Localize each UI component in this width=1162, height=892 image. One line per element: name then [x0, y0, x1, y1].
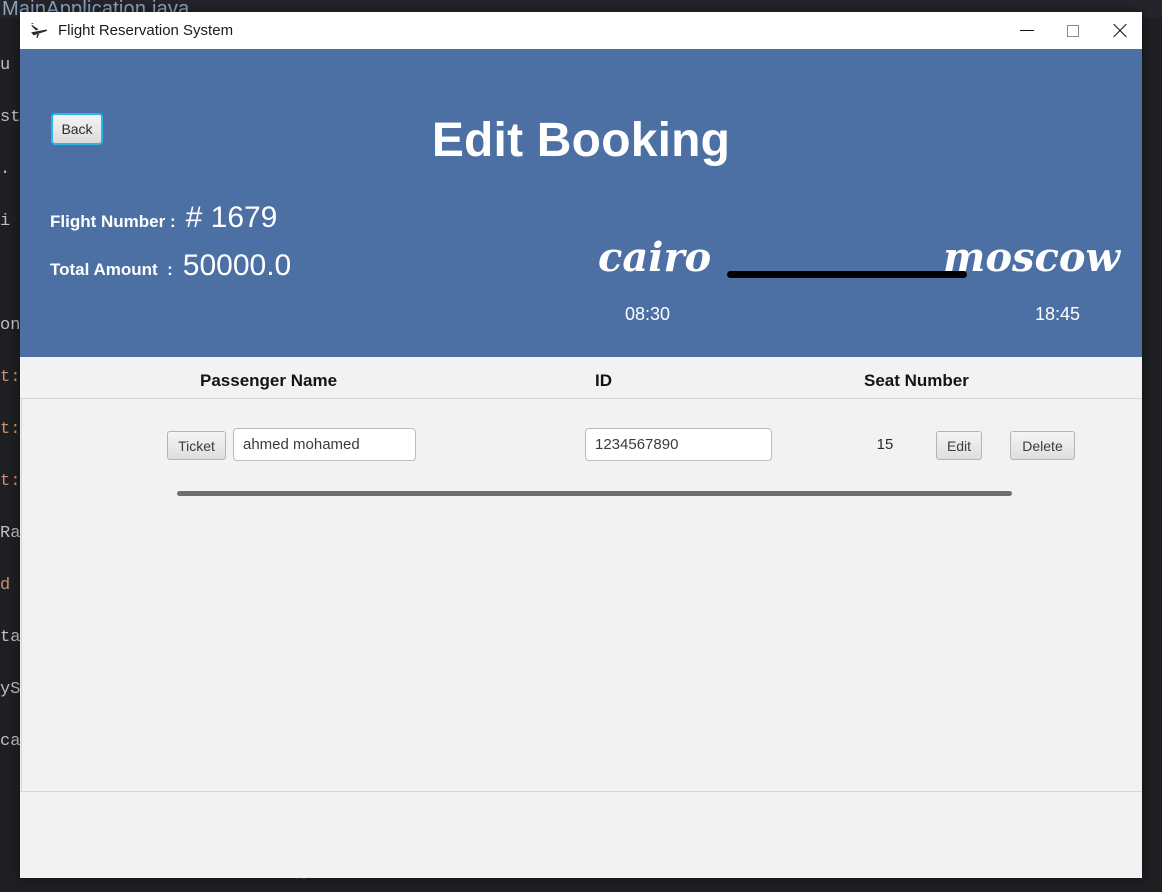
origin-time: 08:30 [625, 304, 671, 324]
column-header-passenger-name: Passenger Name [200, 371, 338, 390]
passenger-name-input[interactable] [233, 428, 416, 461]
window-title: Flight Reservation System [58, 22, 234, 39]
column-header-seat-number: Seat Number [864, 371, 969, 390]
minimize-button[interactable] [1004, 12, 1050, 49]
close-icon [1112, 23, 1127, 38]
flight-number-row: Flight Number : # 1679 [50, 201, 291, 235]
page-title: Edit Booking [431, 114, 731, 167]
passenger-list-panel: Ticket 15 Edit Delete [20, 398, 1142, 792]
maximize-icon [1067, 24, 1079, 37]
flight-number-label: Flight Number : [50, 212, 176, 231]
flight-info-block: Flight Number : # 1679 Total Amount : 50… [50, 201, 291, 297]
maximize-button[interactable] [1050, 12, 1096, 49]
edit-button[interactable]: Edit [936, 431, 982, 460]
close-button[interactable] [1096, 12, 1142, 49]
passenger-id-input[interactable] [585, 428, 772, 461]
title-bar: Flight Reservation System [20, 12, 1142, 49]
airplane-icon [28, 20, 50, 42]
passenger-list-inner: Ticket 15 Edit Delete [21, 399, 1121, 791]
route-block: cairo moscow 08:30 18:45 [560, 234, 1120, 344]
table-row: Ticket 15 Edit Delete [22, 423, 1122, 496]
footer-area [20, 792, 1142, 878]
total-amount-label: Total Amount : [50, 260, 173, 279]
total-amount-value: 50000.0 [182, 249, 292, 282]
row-separator [177, 491, 1012, 496]
destination-city: moscow [943, 234, 1120, 281]
route-line [727, 271, 967, 278]
total-amount-row: Total Amount : 50000.0 [50, 249, 291, 283]
delete-button[interactable]: Delete [1010, 431, 1075, 460]
destination-time: 18:45 [1034, 304, 1080, 324]
header-panel: Back Edit Booking Flight Number : # 1679… [20, 49, 1142, 357]
seat-number-value: 15 [876, 436, 894, 453]
origin-city: cairo [598, 234, 712, 281]
ticket-button[interactable]: Ticket [167, 431, 226, 460]
application-window: Flight Reservation System Back Edit Book… [20, 12, 1142, 878]
minimize-icon [1020, 30, 1034, 31]
column-header-id: ID [595, 371, 612, 390]
flight-number-value: # 1679 [185, 201, 278, 234]
